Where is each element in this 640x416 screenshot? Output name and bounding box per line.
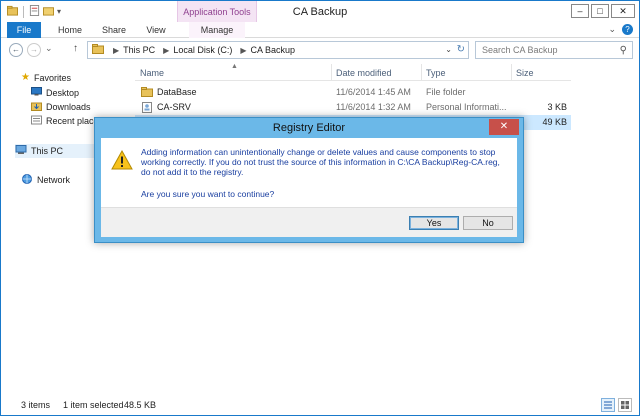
help-icon[interactable]: ?	[622, 24, 633, 35]
context-tab-application-tools: Application Tools	[177, 1, 257, 22]
status-item-count: 3 items	[21, 400, 51, 410]
tab-home[interactable]: Home	[53, 22, 87, 38]
table-row[interactable]: CA-SRV 11/6/2014 1:32 AM Personal Inform…	[135, 100, 571, 115]
file-size: 49 KB	[542, 117, 567, 127]
file-date: 11/6/2014 1:45 AM	[336, 87, 411, 97]
file-name: CA-SRV	[157, 102, 191, 112]
nav-this-pc-label: This PC	[31, 146, 64, 156]
file-size: 3 KB	[547, 102, 567, 112]
dialog-title: Registry Editor	[272, 122, 346, 134]
tab-manage[interactable]: Manage	[189, 22, 245, 38]
table-row[interactable]: DataBase 11/6/2014 1:45 AM File folder	[135, 85, 571, 100]
nav-favorites[interactable]: ★ Favorites	[21, 72, 71, 83]
status-selected: 1 item selected	[63, 400, 124, 410]
column-name[interactable]: Name	[140, 68, 164, 78]
window-controls: – □ ✕	[571, 4, 635, 18]
nav-downloads[interactable]: Downloads	[31, 101, 91, 113]
ribbon-controls: ⌄ ?	[608, 24, 633, 35]
refresh-icon[interactable]: ↻	[457, 44, 465, 55]
column-type[interactable]: Type	[426, 68, 446, 78]
dialog-button-bar: Yes No	[101, 207, 517, 237]
status-size: 48.5 KB	[124, 400, 157, 410]
address-bar[interactable]: ▶ This PC ▶ Local Disk (C:) ▶ CA Backup …	[87, 41, 469, 59]
dialog-question: Are you sure you want to continue?	[141, 189, 275, 199]
file-name: DataBase	[157, 87, 197, 97]
downloads-icon	[31, 101, 42, 113]
contact-file-icon	[141, 102, 153, 115]
back-button[interactable]: ←	[9, 43, 23, 57]
minimize-button[interactable]: –	[571, 4, 589, 18]
navigation-bar: ← → ⌄ ↑ ▶ This PC ▶ Local Disk (C:) ▶ CA…	[1, 38, 639, 62]
breadcrumb-this-pc[interactable]: This PC	[123, 45, 155, 55]
folder-icon	[92, 44, 104, 56]
file-type: File folder	[426, 87, 466, 97]
search-placeholder: Search CA Backup	[482, 45, 558, 55]
status-bar: 3 items 1 item selected 48.5 KB	[1, 395, 639, 415]
tab-view[interactable]: View	[139, 22, 173, 38]
forward-button[interactable]: →	[27, 43, 41, 57]
star-icon: ★	[21, 72, 30, 83]
folder-icon	[141, 87, 153, 99]
nav-network[interactable]: Network	[21, 174, 70, 186]
new-folder-icon[interactable]	[43, 5, 54, 18]
up-button[interactable]: ↑	[73, 43, 78, 54]
dialog-message: Adding information can unintentionally c…	[141, 147, 500, 177]
qat-dropdown-icon[interactable]: ▾	[57, 7, 61, 16]
column-divider[interactable]	[511, 64, 512, 81]
explorer-window: ▾ Application Tools CA Backup – □ ✕ File…	[0, 0, 640, 416]
file-date: 11/6/2014 1:32 AM	[336, 102, 411, 112]
column-date-modified[interactable]: Date modified	[336, 68, 392, 78]
search-input[interactable]: Search CA Backup ⚲	[475, 41, 633, 59]
column-divider[interactable]	[421, 64, 422, 81]
nav-desktop-label: Desktop	[46, 87, 80, 98]
recent-places-icon	[31, 115, 42, 127]
nav-downloads-label: Downloads	[46, 102, 91, 112]
maximize-button[interactable]: □	[591, 4, 609, 18]
breadcrumb-ca-backup[interactable]: CA Backup	[251, 45, 296, 55]
nav-favorites-label: Favorites	[33, 72, 71, 83]
title-bar: ▾ Application Tools CA Backup – □ ✕	[1, 1, 639, 22]
nav-desktop[interactable]: Desktop	[31, 87, 79, 98]
qat-separator	[23, 5, 24, 18]
computer-icon	[15, 145, 27, 157]
address-dropdown-icon[interactable]: ⌄	[445, 45, 452, 54]
column-size[interactable]: Size	[516, 68, 534, 78]
quick-access-toolbar: ▾	[7, 5, 61, 18]
yes-button[interactable]: Yes	[409, 216, 459, 230]
breadcrumb-separator: ▶	[240, 45, 247, 55]
recent-locations-button[interactable]: ⌄	[45, 43, 53, 54]
warning-icon	[111, 149, 133, 170]
desktop-icon	[31, 87, 42, 98]
details-view-icon	[604, 401, 612, 409]
close-button[interactable]: ✕	[611, 4, 635, 18]
nav-network-label: Network	[37, 175, 71, 185]
tab-file[interactable]: File	[7, 22, 41, 38]
registry-editor-dialog: Registry Editor ✕ Adding information can…	[94, 117, 524, 243]
file-type: Personal Informati...	[426, 102, 507, 112]
ribbon-tab-bar: File Home Share View Manage ⌄ ?	[1, 22, 639, 38]
breadcrumb-separator: ▶	[113, 45, 120, 55]
column-header-row: Name Date modified Type Size	[135, 64, 571, 81]
details-view-button[interactable]	[601, 398, 615, 412]
column-divider[interactable]	[331, 64, 332, 81]
dialog-body: Adding information can unintentionally c…	[101, 138, 517, 237]
breadcrumb-local-disk[interactable]: Local Disk (C:)	[173, 45, 232, 55]
network-icon	[21, 174, 33, 186]
no-button[interactable]: No	[463, 216, 513, 230]
app-folder-icon	[7, 5, 18, 18]
properties-icon[interactable]	[29, 5, 40, 18]
ribbon-collapse-icon[interactable]: ⌄	[608, 24, 616, 35]
tab-share[interactable]: Share	[97, 22, 131, 38]
large-icons-view-icon	[621, 401, 629, 409]
window-title: CA Backup	[292, 6, 348, 18]
large-icons-view-button[interactable]	[618, 398, 632, 412]
dialog-close-button[interactable]: ✕	[489, 119, 519, 135]
breadcrumb-separator: ▶	[163, 45, 170, 55]
search-icon[interactable]: ⚲	[620, 43, 627, 59]
